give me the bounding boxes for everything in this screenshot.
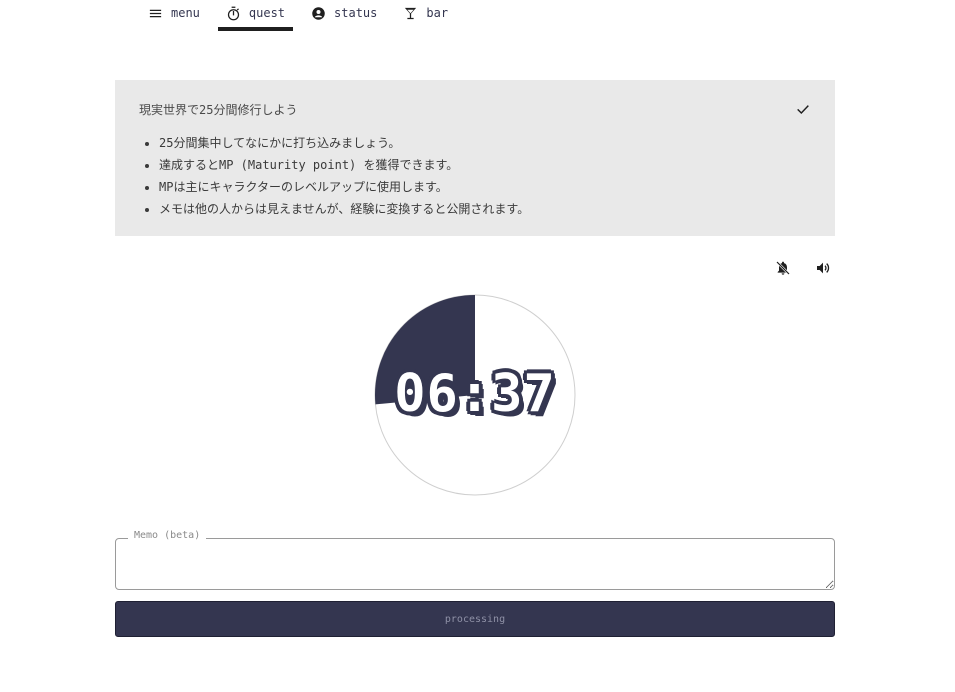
nav-bar-label: bar: [426, 6, 449, 20]
nav-quest-label: quest: [248, 6, 286, 20]
volume-up-icon[interactable]: [815, 260, 831, 276]
nav-bar[interactable]: bar: [395, 0, 456, 26]
list-item: MPは主にキャラクターのレベルアップに使用します。: [159, 176, 811, 198]
stopwatch-icon: [227, 6, 240, 20]
bell-off-icon[interactable]: [775, 260, 791, 276]
memo-field: Memo (beta): [115, 530, 835, 590]
cocktail-glass-icon: [405, 7, 417, 19]
nav-status-label: status: [334, 6, 378, 20]
memo-input[interactable]: [116, 539, 834, 589]
hamburger-menu-icon: [149, 9, 162, 17]
nav-menu-label: menu: [171, 6, 200, 20]
quest-rules-list: 25分間集中してなにかに打ち込みましょう。 達成するとMP (Maturity …: [139, 132, 811, 220]
nav-status[interactable]: status: [303, 0, 385, 26]
timer-display: 06:37: [394, 364, 556, 424]
check-icon[interactable]: [795, 101, 811, 117]
processing-button[interactable]: processing: [115, 601, 835, 637]
quest-info-panel: 現実世界で25分間修行しよう 25分間集中してなにかに打ち込みましょう。 達成す…: [115, 80, 835, 236]
list-item: メモは他の人からは見えませんが、経験に変換すると公開されます。: [159, 198, 811, 220]
memo-label: Memo (beta): [128, 530, 207, 541]
nav-quest[interactable]: quest: [217, 0, 294, 31]
nav-menu[interactable]: menu: [140, 0, 208, 26]
account-circle-icon: [312, 6, 325, 20]
top-nav: menu quest status bar: [140, 0, 466, 32]
quest-title: 現実世界で25分間修行しよう: [139, 103, 298, 117]
list-item: 25分間集中してなにかに打ち込みましょう。: [159, 132, 811, 154]
list-item: 達成するとMP (Maturity point) を獲得できます。: [159, 154, 811, 176]
